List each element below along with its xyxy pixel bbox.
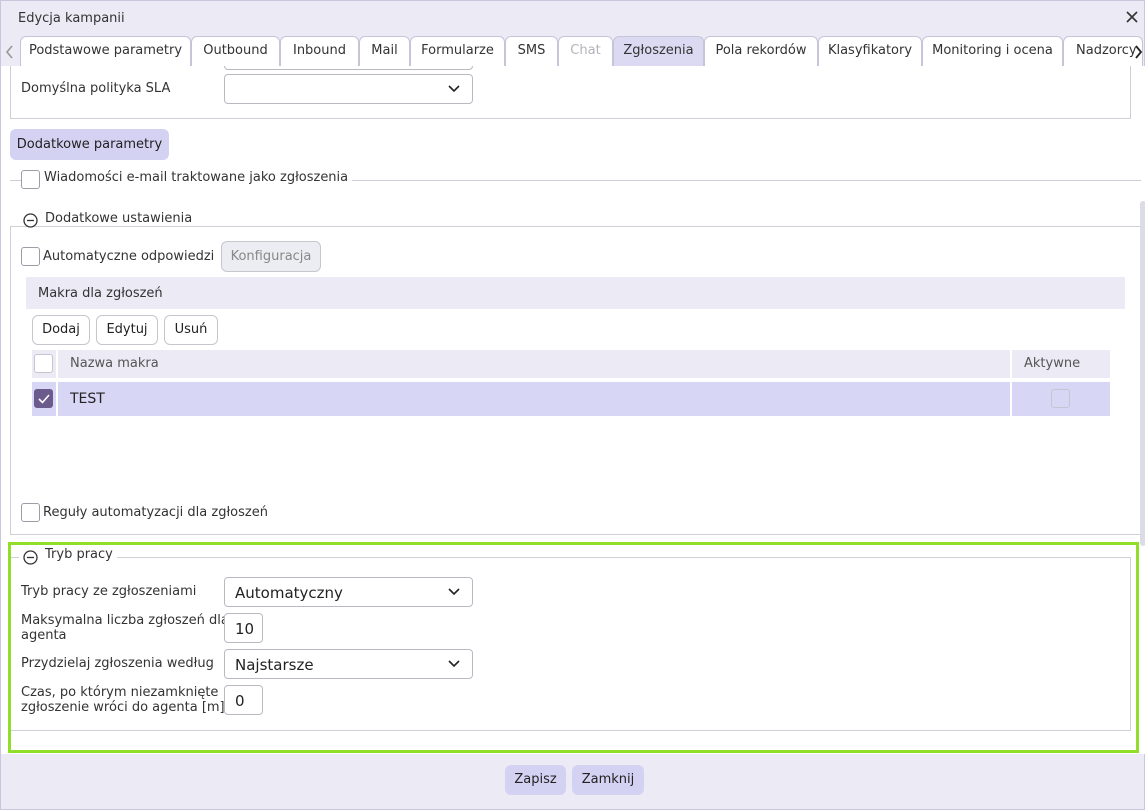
tab-inbound[interactable]: Inbound bbox=[280, 36, 359, 66]
collapse-minus-icon[interactable] bbox=[23, 213, 38, 228]
additional-settings-legend: Dodatkowe ustawienia bbox=[19, 211, 197, 226]
additional-settings-border-left bbox=[10, 226, 11, 535]
sla-label: Domyślna polityka SLA bbox=[21, 81, 171, 96]
tab-forms[interactable]: Formularze bbox=[410, 36, 505, 66]
table-row[interactable]: TEST bbox=[58, 382, 1010, 416]
tab-outbound[interactable]: Outbound bbox=[191, 36, 280, 66]
row-active-checkbox[interactable] bbox=[1051, 389, 1070, 408]
dialog-title: Edycja kampanii bbox=[18, 11, 125, 26]
email-as-tickets-checkbox[interactable] bbox=[21, 170, 40, 189]
column-header-active[interactable]: Aktywne bbox=[1012, 350, 1110, 378]
vertical-scrollbar[interactable] bbox=[1140, 201, 1145, 546]
add-macro-button[interactable]: Dodaj bbox=[32, 315, 90, 345]
tab-chat: Chat bbox=[558, 36, 613, 66]
delete-macro-button[interactable]: Usuń bbox=[164, 315, 218, 345]
select-all-checkbox[interactable] bbox=[34, 354, 53, 373]
email-as-tickets-label: Wiadomości e-mail traktowane jako zgłosz… bbox=[40, 170, 353, 185]
macros-header: Makra dla zgłoszeń bbox=[26, 277, 1125, 309]
title-bar: Edycja kampanii bbox=[1, 1, 1145, 35]
tab-scroll-left-icon[interactable] bbox=[3, 40, 17, 64]
auto-replies-checkbox[interactable] bbox=[21, 247, 40, 266]
tab-sms[interactable]: SMS bbox=[505, 36, 558, 66]
row-checkbox[interactable] bbox=[34, 389, 53, 408]
table-row-active-cell bbox=[1012, 382, 1110, 416]
tab-classifiers[interactable]: Klasyfikatory bbox=[818, 36, 922, 66]
check-icon bbox=[38, 394, 50, 404]
sla-box bbox=[10, 66, 1131, 119]
table-row-select-cell bbox=[32, 382, 56, 416]
tab-scroll-right-icon[interactable] bbox=[1131, 40, 1145, 64]
sla-select[interactable] bbox=[224, 74, 473, 104]
tab-bar: Podstawowe parametry Outbound Inbound Ma… bbox=[1, 35, 1145, 66]
automation-rules-checkbox[interactable] bbox=[21, 503, 40, 522]
tab-monitoring[interactable]: Monitoring i ocena bbox=[922, 36, 1063, 66]
extra-params-button[interactable]: Dodatkowe parametry bbox=[10, 129, 169, 160]
tab-basic-parameters[interactable]: Podstawowe parametry bbox=[20, 36, 191, 66]
select-all-cell bbox=[32, 350, 56, 378]
save-button[interactable]: Zapisz bbox=[505, 765, 566, 795]
tab-mail[interactable]: Mail bbox=[359, 36, 410, 66]
additional-settings-border-bottom bbox=[10, 534, 1141, 535]
tab-tickets[interactable]: Zgłoszenia bbox=[613, 36, 704, 66]
automation-rules-label: Reguły automatyzacji dla zgłoszeń bbox=[43, 505, 268, 520]
additional-settings-border-top bbox=[10, 226, 1141, 227]
chevron-down-icon bbox=[448, 85, 460, 93]
close-button[interactable]: Zamknij bbox=[572, 765, 644, 795]
highlight-frame bbox=[8, 542, 1139, 753]
edit-macro-button[interactable]: Edytuj bbox=[96, 315, 158, 345]
tab-record-fields[interactable]: Pola rekordów bbox=[704, 36, 818, 66]
campaign-edit-dialog: Edycja kampanii Podstawowe parametry Out… bbox=[0, 0, 1145, 810]
previous-select-partial[interactable] bbox=[224, 66, 473, 70]
auto-replies-label: Automatyczne odpowiedzi bbox=[43, 249, 215, 264]
configuration-button: Konfiguracja bbox=[221, 241, 321, 272]
column-header-name[interactable]: Nazwa makra bbox=[58, 350, 1010, 378]
close-icon[interactable] bbox=[1122, 7, 1142, 27]
